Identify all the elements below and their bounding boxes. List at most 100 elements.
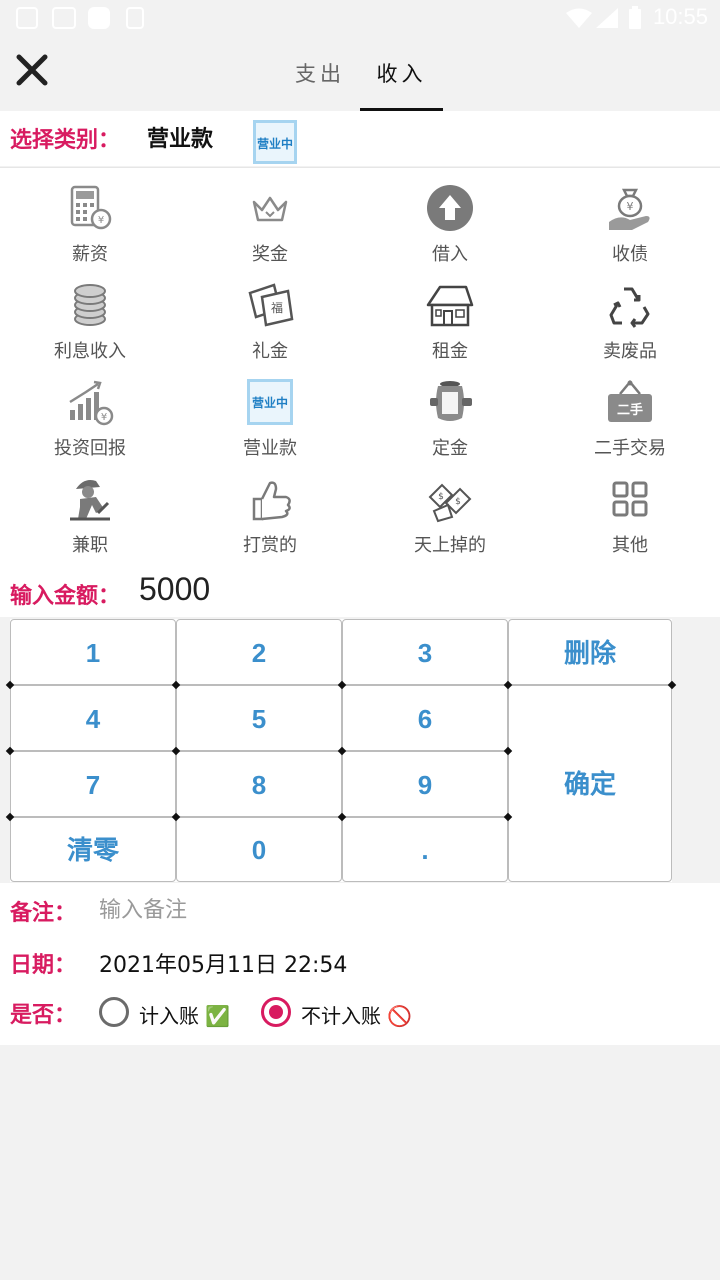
radio-circle (261, 997, 291, 1027)
category-label: 礼金 (252, 341, 288, 362)
app-notification-icon (88, 7, 110, 29)
wifi-icon (566, 8, 592, 28)
gallery-notification-icon (16, 7, 38, 29)
delete-button[interactable]: 删除 (508, 619, 672, 685)
category-business-income[interactable]: 营业中 营业款 (180, 362, 360, 459)
key-6[interactable]: 6 (342, 685, 508, 751)
category-borrow[interactable]: 借入 (360, 168, 540, 265)
wps-notification-icon (52, 7, 76, 29)
radio-circle (99, 997, 129, 1027)
header: 支出 收入 (0, 36, 720, 111)
category-interest[interactable]: 利息收入 (0, 265, 180, 362)
calculator-yen-icon: ¥ (70, 185, 112, 230)
key-4[interactable]: 4 (10, 685, 176, 751)
tab-income[interactable]: 收入 (360, 36, 443, 111)
details-section: 备注： 日期： 2021年05月11日 22:54 是否： 计入账 ✅ 不计入账… (0, 883, 720, 1045)
key-8[interactable]: 8 (176, 751, 342, 817)
category-salary[interactable]: ¥ 薪资 (0, 168, 180, 265)
keypad: 1 2 3 删除 4 5 6 确定 7 8 9 清零 0 . (5, 619, 677, 882)
note-label: 备注： (10, 901, 77, 926)
category-label: 收债 (612, 244, 648, 265)
svg-text:$: $ (438, 492, 444, 502)
close-icon (16, 54, 48, 86)
clear-button[interactable]: 清零 (10, 817, 176, 882)
battery-icon (629, 6, 641, 29)
category-label: 定金 (432, 438, 468, 459)
falling-money-icon: $ $ (428, 483, 472, 523)
svg-text:¥: ¥ (627, 200, 634, 213)
business-open-sign-icon: 营业中 (247, 379, 293, 425)
category-label: 天上掉的 (414, 535, 486, 556)
arrow-up-circle-icon (427, 185, 473, 231)
category-label: 奖金 (252, 244, 288, 265)
confirm-button[interactable]: 确定 (508, 685, 672, 882)
business-open-sign-icon: 营业中 (253, 120, 297, 164)
recycle-icon (609, 287, 650, 328)
category-label: 其他 (612, 535, 648, 556)
category-label: 选择类别： (10, 128, 121, 153)
key-0[interactable]: 0 (176, 817, 342, 882)
close-button[interactable] (12, 50, 52, 90)
keypad-margin (672, 617, 720, 883)
category-label: 卖废品 (603, 341, 657, 362)
category-collect-debt[interactable]: ¥ 收债 (540, 168, 720, 265)
category-other[interactable]: 其他 (540, 459, 720, 556)
key-9[interactable]: 9 (342, 751, 508, 817)
key-7[interactable]: 7 (10, 751, 176, 817)
red-envelope-icon: 福 (248, 283, 294, 327)
key-2[interactable]: 2 (176, 619, 342, 685)
category-gift-money[interactable]: 福 礼金 (180, 265, 360, 362)
selected-category: 营业款 (147, 127, 214, 152)
category-label: 二手交易 (594, 438, 666, 459)
category-label: 兼职 (72, 535, 108, 556)
svg-text:福: 福 (271, 300, 283, 315)
amount-display: 5000 (139, 571, 211, 607)
thumbs-up-icon (252, 481, 291, 521)
category-tip[interactable]: 打赏的 (180, 459, 360, 556)
radio-label: 不计入账 🚫 (301, 1004, 413, 1028)
money-bag-hand-icon: ¥ (609, 188, 650, 230)
category-investment-return[interactable]: ¥ 投资回报 (0, 362, 180, 459)
key-decimal[interactable]: . (342, 817, 508, 882)
category-label: 投资回报 (54, 438, 126, 459)
second-hand-sign-icon: 二手 (608, 380, 652, 422)
coin-stack-icon (74, 284, 106, 326)
crown-icon (252, 196, 288, 222)
amount-row: 输入金额： 5000 (0, 567, 720, 617)
category-label: 打赏的 (243, 535, 297, 556)
category-deposit[interactable]: 定金 (360, 362, 540, 459)
tab-expense[interactable]: 支出 (280, 36, 360, 110)
key-3[interactable]: 3 (342, 619, 508, 685)
category-row: 选择类别： 营业款 (0, 111, 720, 166)
category-grid: ¥ 薪资 奖金 借入 ¥ 收债 利息收入 福 礼金 租金 卖废品 ¥ 投资回报 … (0, 167, 720, 567)
selected-category-icon: 营业中 (252, 119, 298, 165)
amount-label: 输入金额： (10, 584, 121, 609)
deposit-jar-icon (430, 381, 472, 421)
svg-text:$: $ (455, 497, 461, 507)
category-sell-scrap[interactable]: 卖废品 (540, 265, 720, 362)
account-label: 是否： (10, 1003, 77, 1028)
grid-four-icon (612, 481, 648, 517)
category-second-hand[interactable]: 二手 二手交易 (540, 362, 720, 459)
radio-label: 计入账 ✅ (139, 1004, 231, 1028)
category-bonus[interactable]: 奖金 (180, 168, 360, 265)
category-label: 利息收入 (54, 341, 126, 362)
text-notification-icon (126, 7, 144, 29)
sign-text: 营业中 (257, 136, 293, 151)
category-label: 借入 (432, 244, 468, 265)
key-1[interactable]: 1 (10, 619, 176, 685)
category-part-time[interactable]: 兼职 (0, 459, 180, 556)
category-windfall[interactable]: $ $ 天上掉的 (360, 459, 540, 556)
key-5[interactable]: 5 (176, 685, 342, 751)
worker-icon (70, 480, 110, 521)
status-time: 10:55 (652, 4, 708, 29)
date-value[interactable]: 2021年05月11日 22:54 (99, 947, 347, 979)
category-rent[interactable]: 租金 (360, 265, 540, 362)
category-label: 营业款 (243, 438, 297, 459)
note-input[interactable] (99, 895, 659, 925)
sign-text: 营业中 (252, 395, 288, 410)
house-icon (426, 285, 474, 327)
svg-text:¥: ¥ (101, 412, 107, 423)
category-label: 租金 (432, 341, 468, 362)
svg-text:¥: ¥ (98, 215, 104, 226)
